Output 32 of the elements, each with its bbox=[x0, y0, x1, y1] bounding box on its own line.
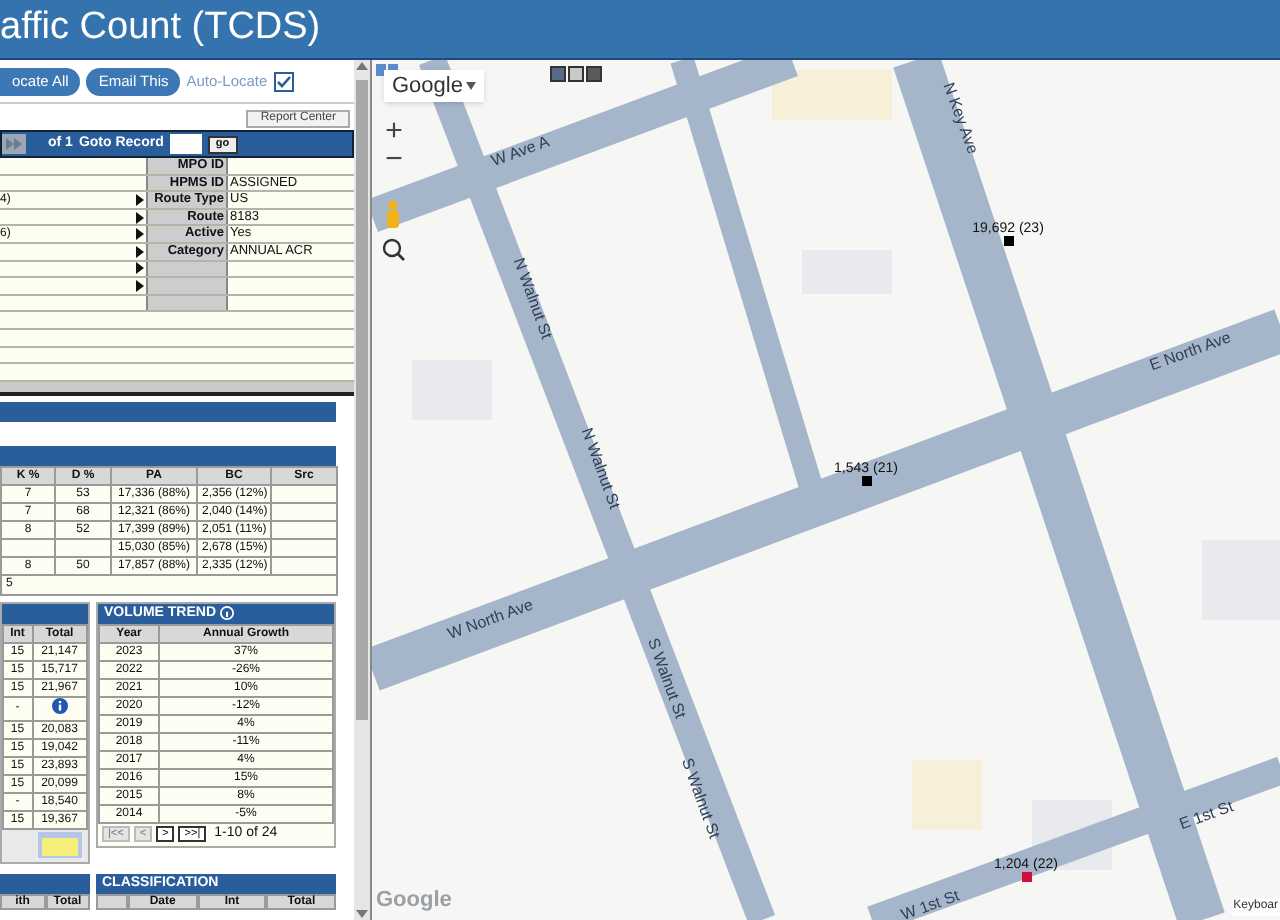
zoom-in-button[interactable]: + bbox=[380, 118, 408, 146]
street-label: E 1st St bbox=[1176, 797, 1236, 834]
map-type-dropdown[interactable]: Google bbox=[384, 70, 485, 102]
map-logo: Google bbox=[376, 885, 452, 915]
auto-locate-checkbox[interactable] bbox=[273, 71, 294, 91]
help-icon[interactable] bbox=[220, 606, 234, 621]
street-label: W 1st St bbox=[898, 886, 962, 920]
street-label: N Walnut St bbox=[509, 255, 556, 342]
app-title: affic Count (TCDS) bbox=[0, 4, 321, 53]
scroll-down-icon[interactable] bbox=[356, 908, 368, 920]
street-label: N Key Ave bbox=[939, 80, 982, 157]
count-marker[interactable] bbox=[1004, 236, 1014, 246]
history-header-bar bbox=[0, 873, 90, 894]
draw-tools-icon[interactable] bbox=[550, 66, 602, 82]
info-icon[interactable] bbox=[51, 697, 68, 714]
street-label: S Walnut St bbox=[643, 635, 690, 721]
zoom-out-button[interactable]: − bbox=[380, 146, 408, 174]
street-label: S Walnut St bbox=[677, 755, 724, 841]
street-label: W North Ave bbox=[445, 595, 536, 644]
street-label: E North Ave bbox=[1147, 328, 1234, 375]
count-marker[interactable] bbox=[862, 476, 872, 486]
history-header-bar bbox=[2, 603, 88, 624]
search-icon[interactable] bbox=[382, 238, 406, 262]
street-label: W Ave A bbox=[488, 132, 552, 171]
scrollbar-thumb[interactable] bbox=[356, 80, 368, 720]
count-marker[interactable] bbox=[1022, 872, 1032, 882]
scrollbar[interactable] bbox=[354, 60, 370, 920]
street-label: N Walnut St bbox=[577, 425, 624, 512]
caret-icon[interactable] bbox=[466, 82, 477, 90]
building-shape bbox=[912, 760, 982, 830]
building-shape bbox=[772, 70, 892, 120]
column-header-cell bbox=[96, 893, 128, 910]
